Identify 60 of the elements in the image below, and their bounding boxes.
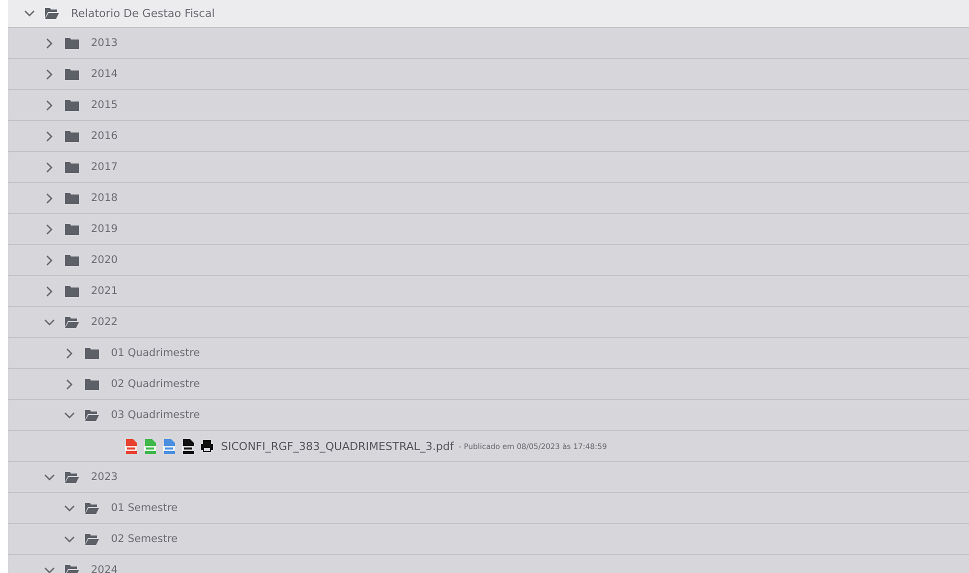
chevron-right-icon[interactable] xyxy=(64,378,75,390)
chevron-right-icon[interactable] xyxy=(44,286,55,296)
xml-file-icon[interactable] xyxy=(181,438,195,454)
chevron-right-icon[interactable] xyxy=(44,130,55,142)
folder-icon xyxy=(65,192,79,204)
folder-label[interactable]: 2017 xyxy=(91,161,118,173)
pdf-file-icon[interactable] xyxy=(124,438,138,454)
chevron-right-icon[interactable] xyxy=(44,68,55,80)
folder-label[interactable]: 2016 xyxy=(91,130,118,142)
open-folder-icon xyxy=(85,410,99,420)
folder-icon xyxy=(65,254,79,266)
printer-icon[interactable] xyxy=(200,439,214,453)
folder-label[interactable]: 01 Quadrimestre xyxy=(111,347,200,359)
chevron-right-icon[interactable] xyxy=(44,192,55,204)
folder-label[interactable]: 02 Quadrimestre xyxy=(111,378,200,390)
file-link[interactable]: SICONFI_RGF_383_QUADRIMESTRAL_3.pdf xyxy=(221,440,454,452)
folder-icon xyxy=(65,286,79,296)
folder-label[interactable]: 01 Semestre xyxy=(111,502,178,514)
open-folder-icon xyxy=(45,8,59,19)
chevron-right-icon[interactable] xyxy=(44,254,55,266)
spreadsheet-file-icon[interactable] xyxy=(143,438,157,454)
folder-icon xyxy=(65,130,79,142)
chevron-down-icon[interactable] xyxy=(24,8,35,19)
chevron-right-icon[interactable] xyxy=(44,38,55,48)
folder-icon xyxy=(65,224,79,234)
folder-label[interactable]: 2021 xyxy=(91,285,118,297)
folder-icon xyxy=(65,68,79,80)
open-folder-icon xyxy=(85,502,99,514)
open-folder-icon xyxy=(85,534,99,544)
folder-label[interactable]: 2020 xyxy=(91,254,118,266)
chevron-right-icon[interactable] xyxy=(64,348,75,358)
folder-label[interactable]: 2018 xyxy=(91,192,118,204)
folder-icon xyxy=(85,348,99,358)
chevron-down-icon[interactable] xyxy=(64,410,75,420)
folder-icon xyxy=(65,162,79,172)
folder-label[interactable]: 2022 xyxy=(91,316,118,328)
chevron-down-icon[interactable] xyxy=(64,534,75,544)
folder-label[interactable]: 2023 xyxy=(91,471,118,483)
folder-label[interactable]: 2015 xyxy=(91,99,118,111)
document-file-icon[interactable] xyxy=(162,438,176,454)
folder-label[interactable]: 2014 xyxy=(91,68,118,80)
folder-label[interactable]: Relatorio De Gestao Fiscal xyxy=(71,7,215,20)
folder-label[interactable]: 03 Quadrimestre xyxy=(111,409,200,421)
folder-label[interactable]: 2024 xyxy=(91,564,118,573)
open-folder-icon xyxy=(65,564,79,573)
open-folder-icon xyxy=(65,316,79,328)
folder-label[interactable]: 2019 xyxy=(91,223,118,235)
chevron-down-icon[interactable] xyxy=(44,472,55,482)
chevron-down-icon[interactable] xyxy=(44,564,55,573)
folder-label[interactable]: 02 Semestre xyxy=(111,533,178,545)
folder-icon xyxy=(65,38,79,48)
chevron-down-icon[interactable] xyxy=(44,316,55,328)
folder-icon xyxy=(85,378,99,390)
chevron-right-icon[interactable] xyxy=(44,100,55,110)
chevron-down-icon[interactable] xyxy=(64,502,75,514)
folder-icon xyxy=(65,100,79,110)
chevron-right-icon[interactable] xyxy=(44,162,55,172)
chevron-right-icon[interactable] xyxy=(44,224,55,234)
open-folder-icon xyxy=(65,472,79,482)
folder-label[interactable]: 2013 xyxy=(91,37,118,49)
